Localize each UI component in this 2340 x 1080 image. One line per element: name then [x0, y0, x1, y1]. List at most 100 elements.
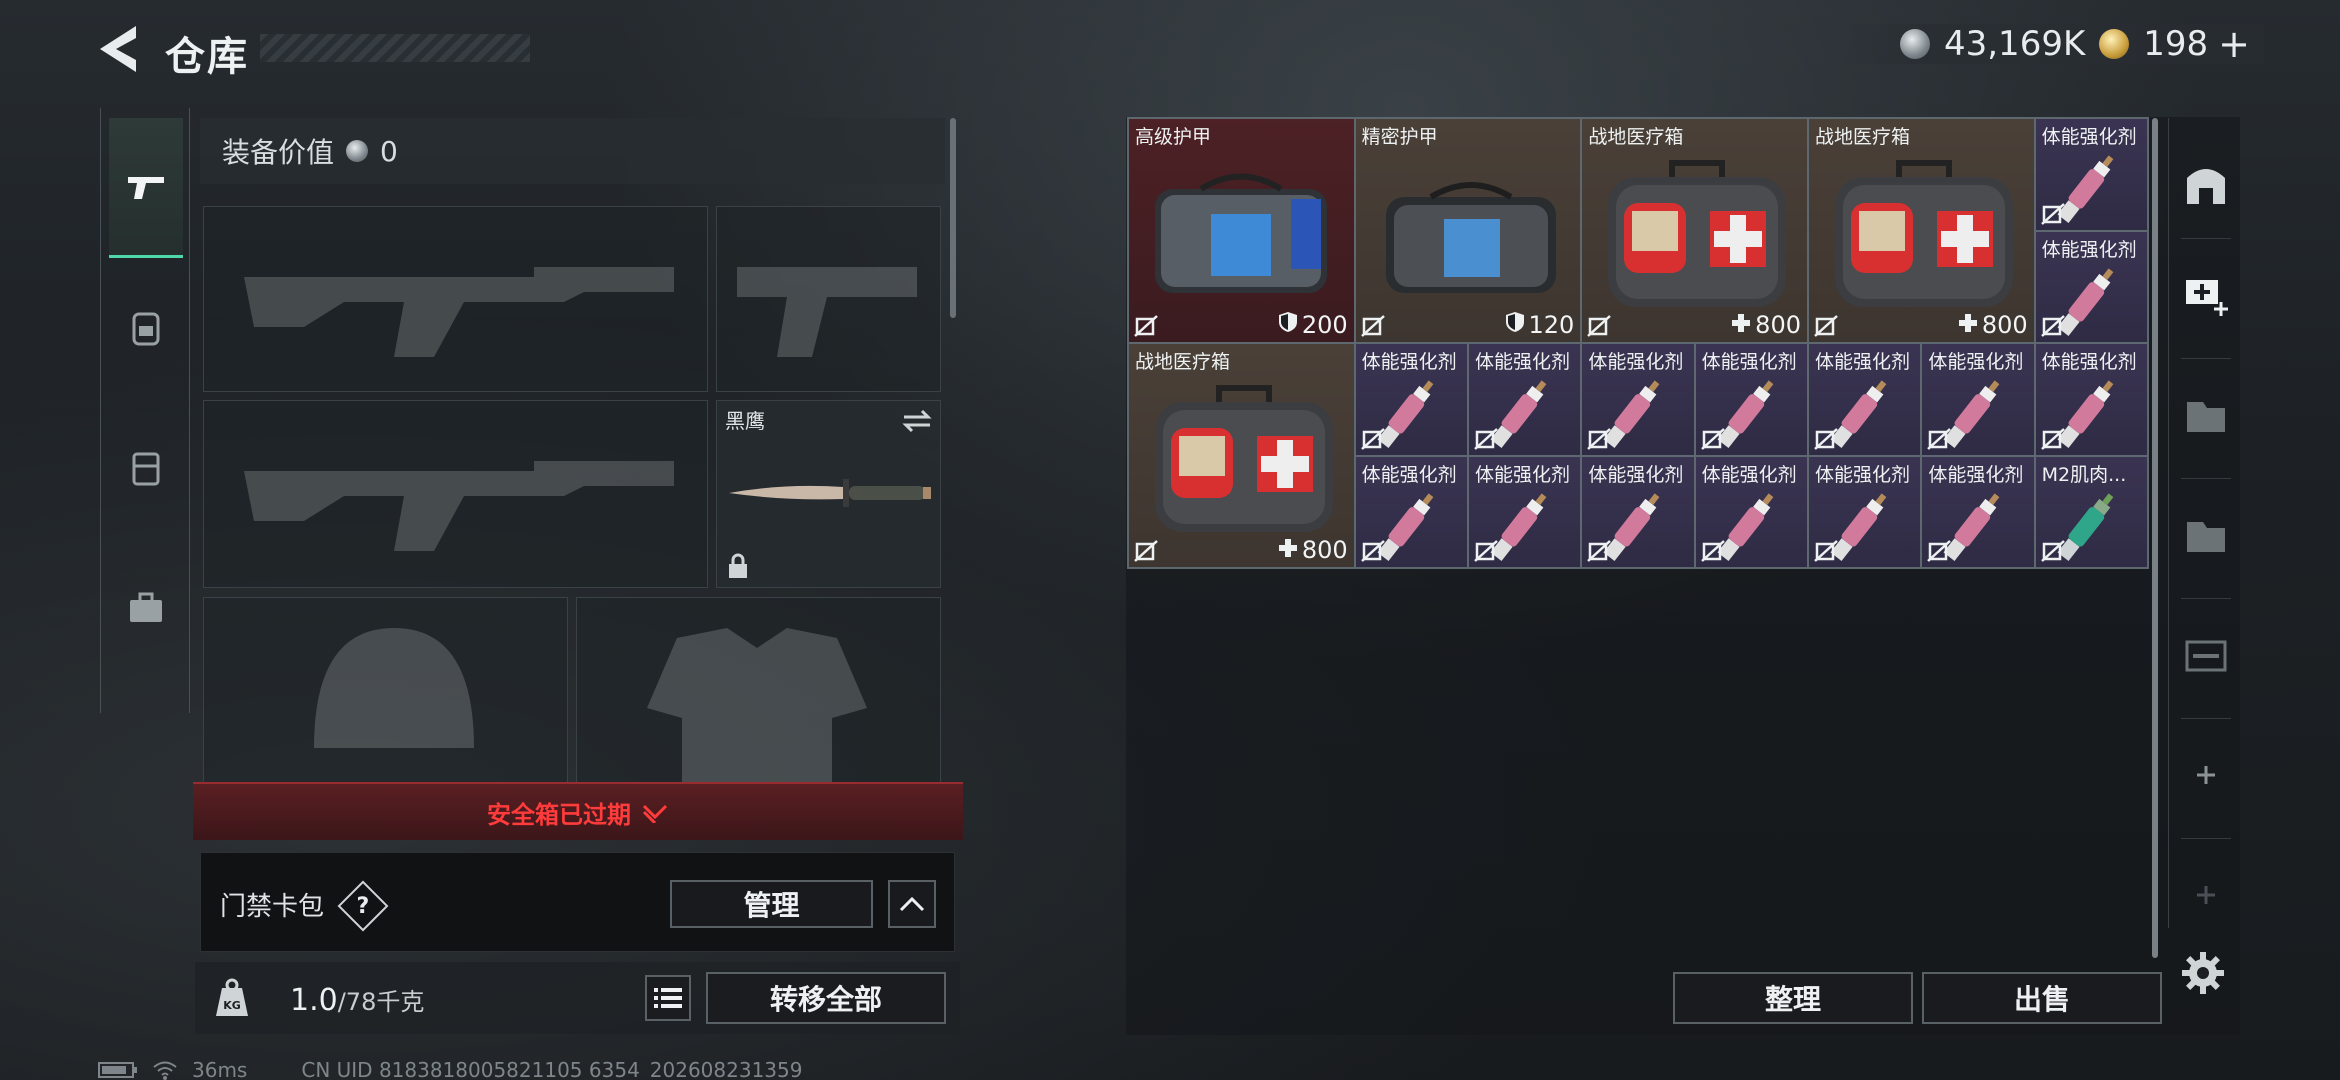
item-name: 战地医疗箱 — [1588, 126, 1684, 148]
swap-icon[interactable] — [902, 409, 932, 433]
weapon-storage-tab[interactable] — [2181, 630, 2231, 680]
no-trade-icon — [1814, 427, 1838, 451]
no-trade-icon — [1360, 539, 1385, 563]
item-name: 体能强化剂 — [1588, 351, 1684, 373]
helmet-slot[interactable] — [203, 597, 568, 787]
inventory-item[interactable]: 战地医疗箱 800 — [1808, 118, 2035, 343]
plus-disabled-icon — [2197, 886, 2215, 904]
pistol-silhouette-icon — [737, 267, 917, 357]
silver-coin-icon — [1899, 29, 1930, 59]
tab-vest[interactable] — [109, 398, 183, 538]
storage2-icon — [2187, 522, 2225, 552]
settings-button[interactable] — [2180, 950, 2226, 996]
weapon-storage-icon — [2185, 640, 2227, 672]
inventory-item[interactable]: 体能强化剂 — [1694, 343, 1808, 456]
loadout-scrollbar[interactable] — [950, 118, 956, 318]
no-trade-icon — [1587, 427, 1612, 451]
secondary-weapon-slot[interactable] — [716, 206, 941, 392]
item-name: 体能强化剂 — [1361, 463, 1457, 486]
inventory-item[interactable]: 战地医疗箱 800 — [1581, 118, 1808, 343]
inventory-item[interactable]: 体能强化剂 — [1808, 455, 1922, 568]
page-title: 仓库 — [165, 34, 249, 80]
medkit-add-tab[interactable] — [2181, 270, 2231, 320]
no-trade-icon — [1134, 539, 1158, 563]
armor-item-icon — [1155, 173, 1327, 293]
add-storage-disabled — [2181, 870, 2231, 920]
list-view-button[interactable] — [645, 975, 691, 1021]
vault-tab[interactable] — [2181, 158, 2231, 208]
tab-backpack[interactable] — [109, 258, 183, 398]
primary-weapon-slot-1[interactable] — [203, 206, 708, 392]
inventory-item[interactable]: 体能强化剂 — [1581, 343, 1695, 456]
safe-box-status-bar[interactable]: 安全箱已过期 — [193, 782, 963, 840]
inventory-item[interactable]: 精密护甲 120 — [1354, 118, 1582, 343]
sort-button[interactable]: 整理 — [1673, 972, 1913, 1024]
medkit-item-icon — [1608, 160, 1787, 307]
item-name: 体能强化剂 — [1701, 351, 1797, 373]
collapse-button[interactable] — [888, 880, 936, 928]
inventory-item[interactable]: 体能强化剂 — [2034, 343, 2148, 456]
medkit-item-icon — [1155, 385, 1333, 532]
lock-icon — [729, 553, 747, 578]
inventory-item[interactable]: 体能强化剂 — [1354, 343, 1468, 456]
item-value: 800 — [1731, 311, 1801, 339]
rifle-silhouette-icon — [244, 267, 674, 357]
sell-button[interactable]: 出售 — [1922, 972, 2162, 1024]
uid: CN UID 8183818005821105 6354_20260823135… — [301, 1058, 803, 1080]
no-trade-icon — [1814, 314, 1838, 338]
transfer-all-button[interactable]: 转移全部 — [706, 972, 946, 1024]
tab-weapons[interactable] — [109, 118, 183, 258]
armor-slot[interactable] — [576, 597, 941, 788]
briefcase-icon — [130, 592, 162, 622]
no-trade-icon — [1360, 314, 1385, 338]
gold-currency-value: 198 — [2143, 24, 2209, 64]
inventory-item[interactable]: 体能强化剂 — [1694, 455, 1808, 568]
add-storage-button[interactable] — [2181, 750, 2231, 800]
plus-icon — [2197, 766, 2215, 784]
inventory-item[interactable]: 体能强化剂 — [1581, 455, 1695, 568]
silver-coin-icon — [346, 140, 369, 162]
inventory-item[interactable]: 体能强化剂 — [2034, 230, 2148, 343]
inventory-item[interactable]: 体能强化剂 — [2034, 118, 2148, 231]
item-name: 战地医疗箱 — [1135, 351, 1231, 373]
inventory-scrollbar[interactable] — [2152, 118, 2158, 958]
item-name: 体能强化剂 — [1588, 463, 1684, 486]
cross-icon — [1731, 311, 1751, 339]
vest-icon — [132, 452, 160, 486]
no-trade-icon — [2040, 539, 2065, 563]
medkit-add-icon — [2186, 280, 2228, 316]
item-name: 体能强化剂 — [1815, 463, 1911, 486]
back-button[interactable] — [96, 22, 146, 76]
wifi-icon — [153, 1061, 177, 1080]
storage-nav — [2168, 118, 2240, 928]
inventory-item[interactable]: M2肌肉... — [2034, 455, 2148, 568]
equipment-value-bar: 装备价值 0 — [200, 118, 945, 184]
item-name: 体能强化剂 — [1475, 351, 1571, 373]
inventory-item[interactable]: 体能强化剂 — [1468, 455, 1582, 568]
manage-button[interactable]: 管理 — [670, 880, 873, 928]
inventory-item[interactable]: 体能强化剂 — [1808, 343, 1922, 456]
item-name: 体能强化剂 — [1815, 351, 1911, 373]
tab-case[interactable] — [109, 538, 183, 678]
melee-slot[interactable]: 黑鹰 — [716, 400, 941, 588]
inventory-item[interactable]: 体能强化剂 — [1921, 343, 2035, 456]
storage-tab-1[interactable] — [2181, 390, 2231, 440]
status-bar: 36ms CN UID 8183818005821105 6354_202608… — [98, 1058, 802, 1080]
pistol-icon — [128, 176, 164, 199]
armor2-item-icon — [1385, 182, 1556, 293]
item-name: M2肌肉... — [2041, 463, 2127, 486]
help-icon: ? — [356, 893, 370, 919]
inventory-item[interactable]: 体能强化剂 — [1921, 455, 2035, 568]
inventory-item[interactable]: 体能强化剂 — [1354, 455, 1468, 568]
cross-icon — [1958, 311, 1978, 339]
add-currency-button[interactable]: + — [2218, 22, 2250, 66]
weight-icon-label: KG — [223, 999, 241, 1012]
no-trade-icon — [1474, 427, 1498, 451]
primary-weapon-slot-2[interactable] — [203, 400, 708, 588]
inventory-item[interactable]: 体能强化剂 — [1468, 343, 1582, 456]
currency-bar: 43,169K 198 + — [1839, 22, 2264, 66]
storage-tab-2[interactable] — [2181, 510, 2231, 560]
inventory-item[interactable]: 高级护甲 200 — [1128, 118, 1355, 343]
item-name: 体能强化剂 — [2041, 351, 2137, 373]
inventory-item[interactable]: 战地医疗箱 800 — [1128, 343, 1355, 568]
